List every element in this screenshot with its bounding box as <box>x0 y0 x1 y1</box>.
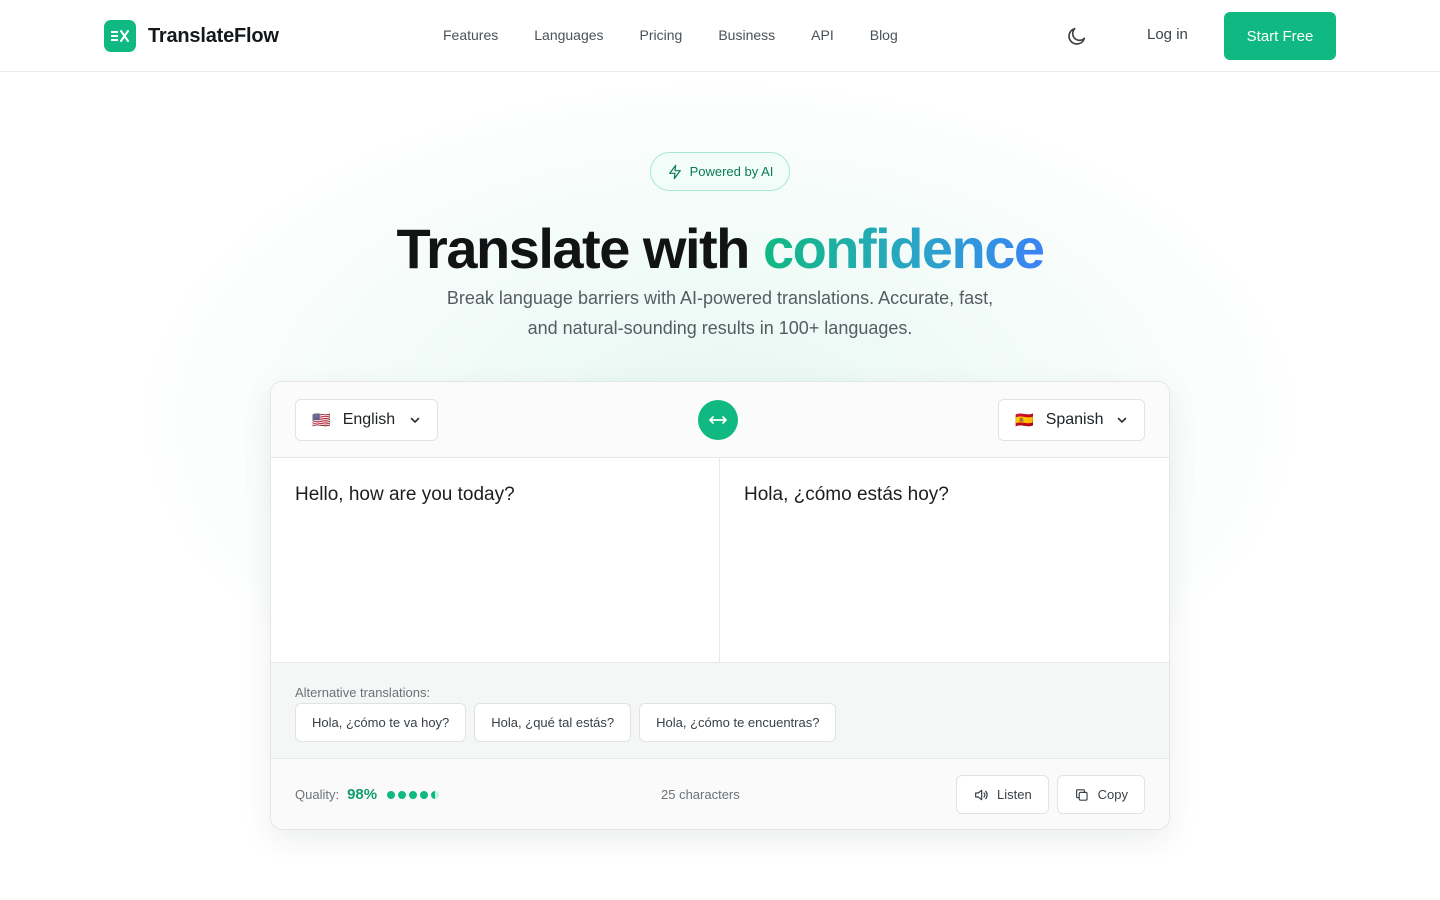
translator-header: 🇺🇸 English 🇪🇸 Spanish <box>271 382 1169 458</box>
quality-dot-half <box>431 790 440 799</box>
copy-label: Copy <box>1097 787 1128 802</box>
translator-card: 🇺🇸 English 🇪🇸 Spanish Hello, how are you… <box>270 381 1170 830</box>
chevron-down-icon <box>1117 417 1127 424</box>
quality-dot <box>409 790 418 799</box>
nav-link-blog[interactable]: Blog <box>870 27 898 43</box>
brand[interactable]: TranslateFlow <box>104 20 279 52</box>
hero-subtitle-line2: and natural-sounding results in 100+ lan… <box>527 318 913 338</box>
alternatives-list: Hola, ¿cómo te va hoy? Hola, ¿qué tal es… <box>295 703 837 742</box>
spain-flag-icon: 🇪🇸 <box>1015 411 1034 429</box>
nav-link-languages[interactable]: Languages <box>534 27 603 43</box>
listen-label: Listen <box>997 787 1032 802</box>
copy-icon <box>1076 788 1088 801</box>
brand-name: TranslateFlow <box>148 24 279 47</box>
hero-subtitle: Break language barriers with AI-powered … <box>420 283 1020 343</box>
lightning-icon <box>668 164 681 179</box>
nav-link-features[interactable]: Features <box>443 27 498 43</box>
moon-icon[interactable] <box>1066 25 1088 47</box>
hero-subtitle-line1: Break language barriers with AI-powered … <box>446 288 994 308</box>
translated-text-output: Hola, ¿cómo estás hoy? <box>744 484 949 505</box>
target-language-name: Spanish <box>1045 411 1104 428</box>
nav-link-pricing[interactable]: Pricing <box>640 27 683 43</box>
character-count: 25 characters <box>661 787 740 802</box>
quality-dot <box>387 790 396 799</box>
nav-link-business[interactable]: Business <box>718 27 775 43</box>
quality-rating-dots <box>387 790 440 799</box>
alternative-chip[interactable]: Hola, ¿cómo te encuentras? <box>639 703 837 742</box>
top-navbar: TranslateFlow Features Languages Pricing… <box>0 0 1440 72</box>
quality-indicator: Quality: 98% <box>295 786 440 803</box>
nav-links: Features Languages Pricing Business API … <box>443 27 934 43</box>
quality-dot <box>420 790 429 799</box>
alternative-chip[interactable]: Hola, ¿qué tal estás? <box>474 703 632 742</box>
start-free-button[interactable]: Start Free <box>1224 12 1336 60</box>
swap-languages-button[interactable] <box>698 400 738 440</box>
chevron-down-icon <box>410 417 420 424</box>
quality-dot <box>398 790 407 799</box>
hero-title-accent: confidence <box>762 217 1045 280</box>
listen-button[interactable]: Listen <box>956 775 1049 814</box>
hero-title-main: Translate with <box>396 217 763 280</box>
nav-link-api[interactable]: API <box>811 27 834 43</box>
source-pane: Hello, how are you today? <box>271 458 720 662</box>
quality-label: Quality: <box>295 787 340 802</box>
hero-title: Translate with confidence <box>0 216 1440 281</box>
translator-footer: Quality: 98% 25 characters Listen Copy <box>271 759 1169 829</box>
target-pane: Hola, ¿cómo estás hoy? <box>720 458 1169 662</box>
speaker-icon <box>975 789 988 800</box>
swap-arrows-icon <box>709 416 727 424</box>
login-link[interactable]: Log in <box>1147 26 1188 43</box>
source-language-name: English <box>342 411 396 428</box>
badge-text: Powered by AI <box>689 164 774 179</box>
target-language-select[interactable]: 🇪🇸 Spanish <box>998 399 1145 441</box>
quality-value: 98% <box>347 786 378 803</box>
copy-button[interactable]: Copy <box>1057 775 1145 814</box>
alternative-translations: Alternative translations: Hola, ¿cómo te… <box>271 662 1169 759</box>
source-language-select[interactable]: 🇺🇸 English <box>295 399 438 441</box>
us-flag-icon: 🇺🇸 <box>312 411 331 429</box>
alternative-chip[interactable]: Hola, ¿cómo te va hoy? <box>295 703 467 742</box>
translate-icon <box>104 20 136 52</box>
alternatives-label: Alternative translations: <box>295 685 431 700</box>
powered-by-ai-badge: Powered by AI <box>650 152 790 191</box>
source-text-input[interactable]: Hello, how are you today? <box>295 484 695 634</box>
